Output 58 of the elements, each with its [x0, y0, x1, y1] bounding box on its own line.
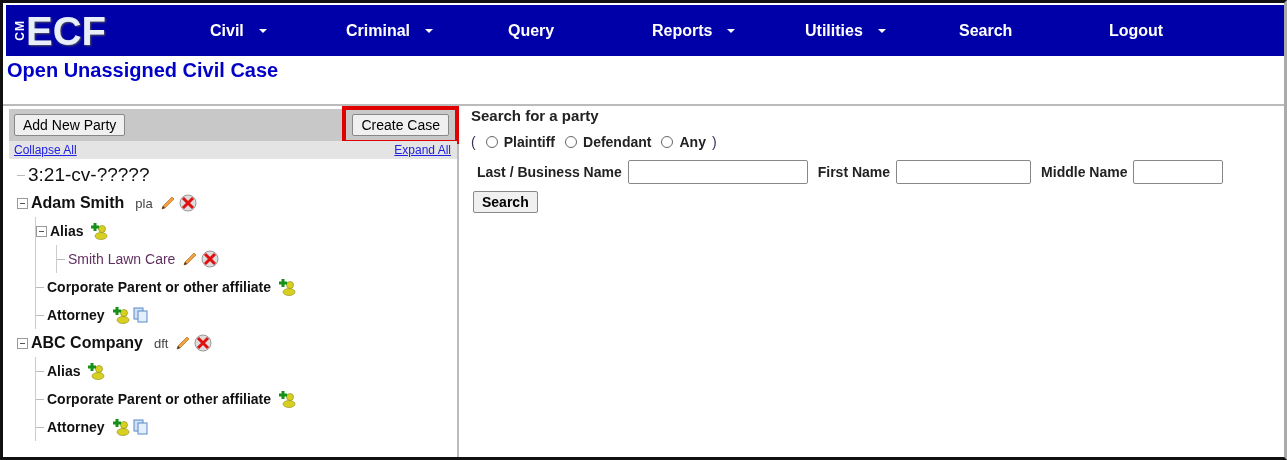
add-party-button[interactable]: Add New Party: [14, 114, 126, 136]
collapse-all-link[interactable]: Collapse All: [14, 143, 77, 157]
pencil-icon[interactable]: [182, 251, 199, 267]
alias-name: Smith Lawn Care: [68, 251, 176, 267]
party-role: pla: [135, 195, 153, 211]
field-label: Last / Business Name: [477, 164, 622, 180]
search-button[interactable]: Search: [473, 191, 538, 213]
case-number: 3:21-cv-?????: [28, 164, 150, 186]
expand-all-link[interactable]: Expand All: [394, 143, 451, 157]
nav-menu-item[interactable]: Reports: [652, 21, 805, 40]
nav-menu-item[interactable]: Criminal: [346, 21, 508, 40]
add-person-icon[interactable]: [278, 390, 297, 408]
copy-icon[interactable]: [132, 419, 149, 435]
pencil-icon[interactable]: [159, 195, 176, 211]
field-label: Middle Name: [1041, 164, 1128, 180]
delete-icon[interactable]: [201, 250, 220, 268]
party-role: dft: [154, 335, 169, 351]
tree-label: Corporate Parent or other affiliate: [47, 279, 272, 295]
collapse-toggle[interactable]: [36, 225, 47, 237]
party-name: ABC Company: [31, 334, 143, 352]
radio-label[interactable]: Defendant: [583, 134, 652, 150]
add-person-icon[interactable]: [111, 418, 130, 436]
text-field[interactable]: [627, 160, 808, 184]
collapse-toggle[interactable]: [17, 337, 28, 349]
parenthesis: (: [471, 134, 476, 150]
tree-label: Attorney: [47, 419, 105, 435]
nav-menu-item[interactable]: Query: [508, 21, 652, 40]
party-name: Adam Smith: [31, 194, 125, 212]
nav-menu-item[interactable]: Utilities: [805, 21, 959, 40]
add-person-icon[interactable]: [90, 222, 109, 240]
copy-icon[interactable]: [132, 307, 149, 323]
radio-label[interactable]: Any: [679, 134, 706, 150]
field-label: First Name: [817, 164, 891, 180]
tree-label: Alias: [47, 363, 81, 379]
collapse-toggle[interactable]: [17, 197, 28, 209]
section-heading: Search for a party: [471, 107, 600, 124]
page-title: Open Unassigned Civil Case: [6, 58, 280, 83]
tree-label: Alias: [50, 223, 84, 239]
parenthesis: ): [711, 134, 717, 150]
delete-icon[interactable]: [194, 334, 213, 352]
nav-menu-item[interactable]: Civil: [210, 21, 346, 40]
radio-button[interactable]: [661, 136, 674, 148]
add-person-icon[interactable]: [278, 278, 297, 296]
text-field[interactable]: [896, 160, 1032, 184]
radio-button[interactable]: [565, 136, 577, 148]
tree-label: Attorney: [47, 307, 105, 323]
nav-menu-item[interactable]: Search: [959, 21, 1109, 40]
text-field[interactable]: [1133, 160, 1224, 184]
add-person-icon[interactable]: [87, 362, 106, 380]
delete-icon[interactable]: [178, 194, 197, 212]
radio-label[interactable]: Plaintiff: [503, 134, 555, 150]
radio-button[interactable]: [485, 136, 498, 148]
add-person-icon[interactable]: [111, 306, 130, 324]
tree-label: Corporate Parent or other affiliate: [47, 391, 272, 407]
logo: CM ECF: [12, 8, 107, 53]
pencil-icon[interactable]: [175, 335, 192, 351]
nav-menu-item[interactable]: Logout: [1109, 21, 1164, 40]
create-case-button[interactable]: Create Case: [352, 114, 449, 136]
